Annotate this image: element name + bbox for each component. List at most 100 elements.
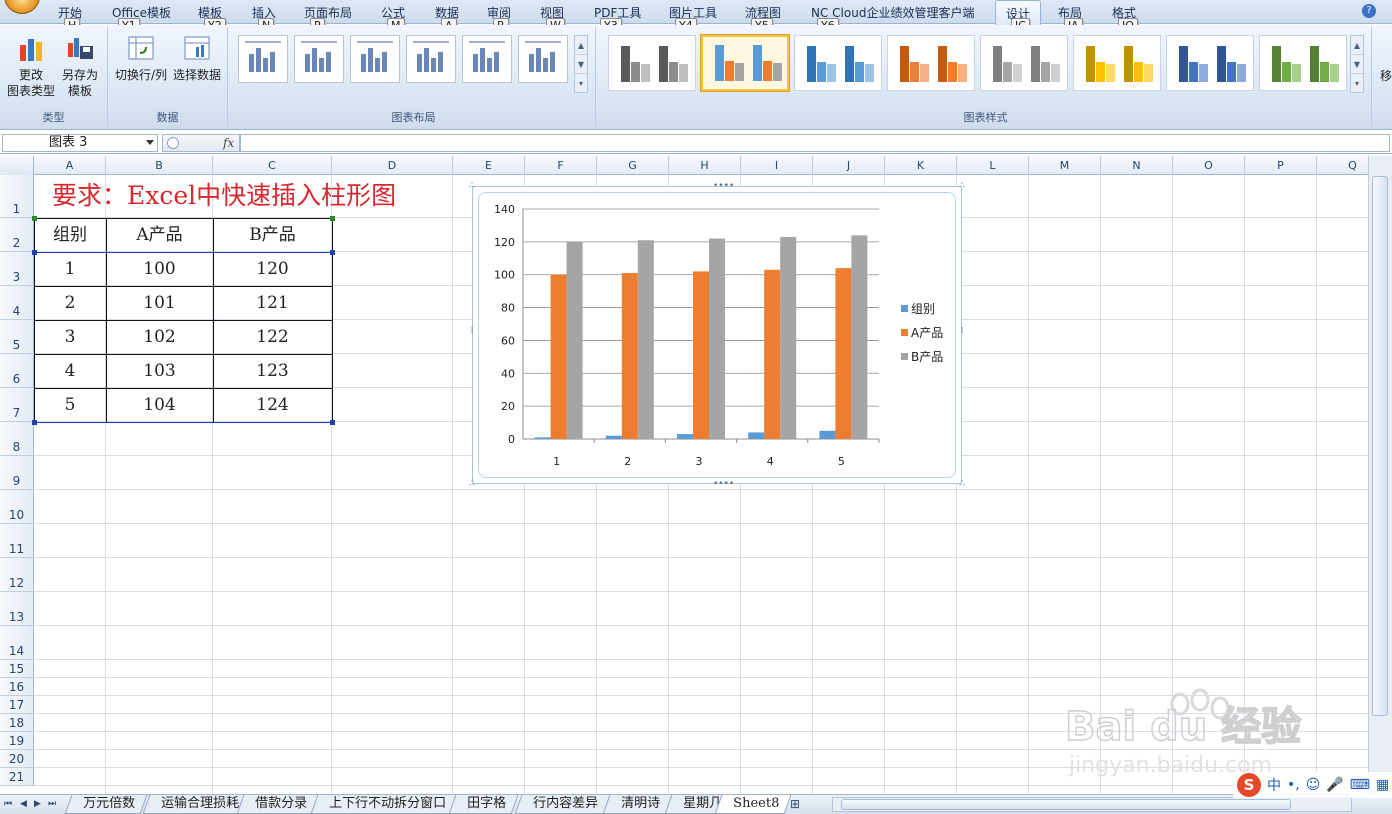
chart-style-option[interactable] [794, 35, 882, 91]
range-selection-handle[interactable] [32, 420, 37, 425]
row-header-11[interactable]: 11 [0, 524, 34, 558]
resize-handle-top-right[interactable]: ∴ [958, 182, 966, 191]
column-header-B[interactable]: B [106, 156, 213, 175]
table-cell[interactable]: 4 [34, 354, 106, 388]
chart-area[interactable]: 0 20 40 60 80 100 120 140 1 2 3 4 5 组别 A产品 B产品 [478, 192, 956, 478]
row-header-4[interactable]: 4 [0, 286, 34, 320]
chart-style-option[interactable] [608, 35, 696, 91]
row-header-6[interactable]: 6 [0, 354, 34, 388]
chart-style-option[interactable] [1166, 35, 1254, 91]
row-header-16[interactable]: 16 [0, 678, 34, 696]
emoji-icon[interactable]: ☺ [1306, 777, 1321, 793]
chart-layout-option[interactable] [238, 35, 288, 83]
column-header-L[interactable]: L [957, 156, 1029, 175]
table-cell[interactable]: 1 [34, 252, 106, 286]
change-chart-type-button[interactable]: 更改 图表类型 [6, 33, 56, 99]
sheet-tab-3[interactable]: 上下行不动拆分窗口 [310, 795, 459, 814]
range-selection-handle[interactable] [330, 216, 335, 221]
row-header-8[interactable]: 8 [0, 422, 34, 456]
column-header-E[interactable]: E [453, 156, 525, 175]
chart-object[interactable]: 0 20 40 60 80 100 120 140 1 2 3 4 5 组别 A产品 B产品 ∴ •••• ∴… [469, 182, 965, 489]
gallery-more-icon[interactable]: ▾ [575, 74, 587, 93]
table-cell[interactable]: 102 [106, 320, 213, 354]
column-header-F[interactable]: F [525, 156, 597, 175]
row-header-10[interactable]: 10 [0, 490, 34, 524]
table-header-cell[interactable]: A产品 [106, 218, 213, 252]
sheet-tab-2[interactable]: 借款分录 [236, 795, 320, 814]
sheet-tab-5[interactable]: 行内容差异 [514, 795, 611, 814]
table-cell[interactable]: 101 [106, 286, 213, 320]
expand-circle-icon[interactable] [167, 137, 179, 149]
table-cell[interactable]: 120 [213, 252, 332, 286]
chart-layout-option[interactable] [462, 35, 512, 83]
column-header-N[interactable]: N [1101, 156, 1173, 175]
next-sheet-icon[interactable]: ▶ [34, 799, 41, 809]
range-selection-handle[interactable] [330, 250, 335, 255]
column-header-G[interactable]: G [597, 156, 669, 175]
table-cell[interactable]: 3 [34, 320, 106, 354]
sheet-title[interactable]: 要求：Excel中快速插入柱形图 [52, 176, 396, 212]
chart-style-option[interactable] [1073, 35, 1161, 91]
name-box[interactable]: 图表 3 [2, 134, 158, 152]
table-cell[interactable]: 2 [34, 286, 106, 320]
resize-handle-bottom-left[interactable]: ∴ [468, 480, 476, 489]
column-header-I[interactable]: I [741, 156, 813, 175]
microphone-icon[interactable]: 🎤 [1326, 777, 1343, 793]
range-selection-handle[interactable] [32, 250, 37, 255]
resize-handle-right[interactable]: ⁞ [958, 327, 966, 336]
sheet-tab-6[interactable]: 清明诗 [602, 795, 673, 814]
column-header-H[interactable]: H [669, 156, 741, 175]
switch-row-column-button[interactable]: 切换行/列 [112, 33, 170, 83]
row-header-21[interactable]: 21 [0, 768, 34, 786]
column-header-J[interactable]: J [813, 156, 885, 175]
column-header-C[interactable]: C [213, 156, 332, 175]
chart-style-option[interactable] [887, 35, 975, 91]
table-cell[interactable]: 124 [213, 388, 332, 422]
chart-layout-option[interactable] [406, 35, 456, 83]
row-header-7[interactable]: 7 [0, 388, 34, 422]
chart-layout-option[interactable] [350, 35, 400, 83]
resize-handle-top-left[interactable]: ∴ [468, 182, 476, 191]
table-cell[interactable]: 121 [213, 286, 332, 320]
column-header-P[interactable]: P [1245, 156, 1317, 175]
move-chart-button-partial[interactable]: 移 [1380, 67, 1392, 84]
formula-input[interactable] [240, 134, 1390, 152]
chart-style-option[interactable] [980, 35, 1068, 91]
insert-function-icon[interactable]: fx [223, 136, 234, 150]
gallery-more-icon[interactable]: ▾ [1351, 74, 1363, 93]
save-as-template-button[interactable]: 另存为 模板 [56, 33, 104, 99]
scroll-down-icon[interactable]: ▼ [575, 55, 587, 74]
table-cell[interactable]: 5 [34, 388, 106, 422]
column-header-M[interactable]: M [1029, 156, 1101, 175]
keyboard-icon[interactable]: ⌨ [1350, 777, 1370, 793]
toolbox-icon[interactable]: ▦ [1376, 777, 1389, 793]
resize-handle-left[interactable]: ⁞ [468, 327, 476, 336]
resize-handle-bottom[interactable]: •••• [713, 480, 734, 489]
row-header-19[interactable]: 19 [0, 732, 34, 750]
row-header-3[interactable]: 3 [0, 252, 34, 286]
row-header-20[interactable]: 20 [0, 750, 34, 768]
scroll-up-icon[interactable]: ▲ [575, 36, 587, 55]
sheet-tab-0[interactable]: 万元倍数 [64, 795, 148, 814]
chart-style-gallery-scroll[interactable]: ▲ ▼ ▾ [1350, 35, 1364, 93]
first-sheet-icon[interactable]: ⏮ [4, 799, 12, 809]
sheet-tab-4[interactable]: 田字格 [448, 795, 519, 814]
row-header-17[interactable]: 17 [0, 696, 34, 714]
table-cell[interactable]: 123 [213, 354, 332, 388]
column-header-K[interactable]: K [885, 156, 957, 175]
row-header-13[interactable]: 13 [0, 592, 34, 626]
sogou-logo-icon[interactable]: S [1237, 773, 1261, 797]
chart-layout-option[interactable] [294, 35, 344, 83]
prev-sheet-icon[interactable]: ◀ [20, 799, 27, 809]
column-header-O[interactable]: O [1173, 156, 1245, 175]
chart-layout-gallery-scroll[interactable]: ▲ ▼ ▾ [574, 35, 588, 93]
select-all-corner[interactable] [0, 156, 34, 175]
ime-toolbar[interactable]: S 中 •, ☺ 🎤 ⌨ ▦ [1233, 772, 1392, 798]
row-header-12[interactable]: 12 [0, 558, 34, 592]
last-sheet-icon[interactable]: ⏭ [48, 799, 56, 809]
column-chart[interactable]: 0 20 40 60 80 100 120 140 1 2 3 4 5 组别 A产品 B产品 [479, 193, 957, 479]
table-header-cell[interactable]: 组别 [34, 218, 106, 252]
ime-mode-toggle[interactable]: 中 [1267, 775, 1281, 795]
table-cell[interactable]: 103 [106, 354, 213, 388]
table-cell[interactable]: 100 [106, 252, 213, 286]
